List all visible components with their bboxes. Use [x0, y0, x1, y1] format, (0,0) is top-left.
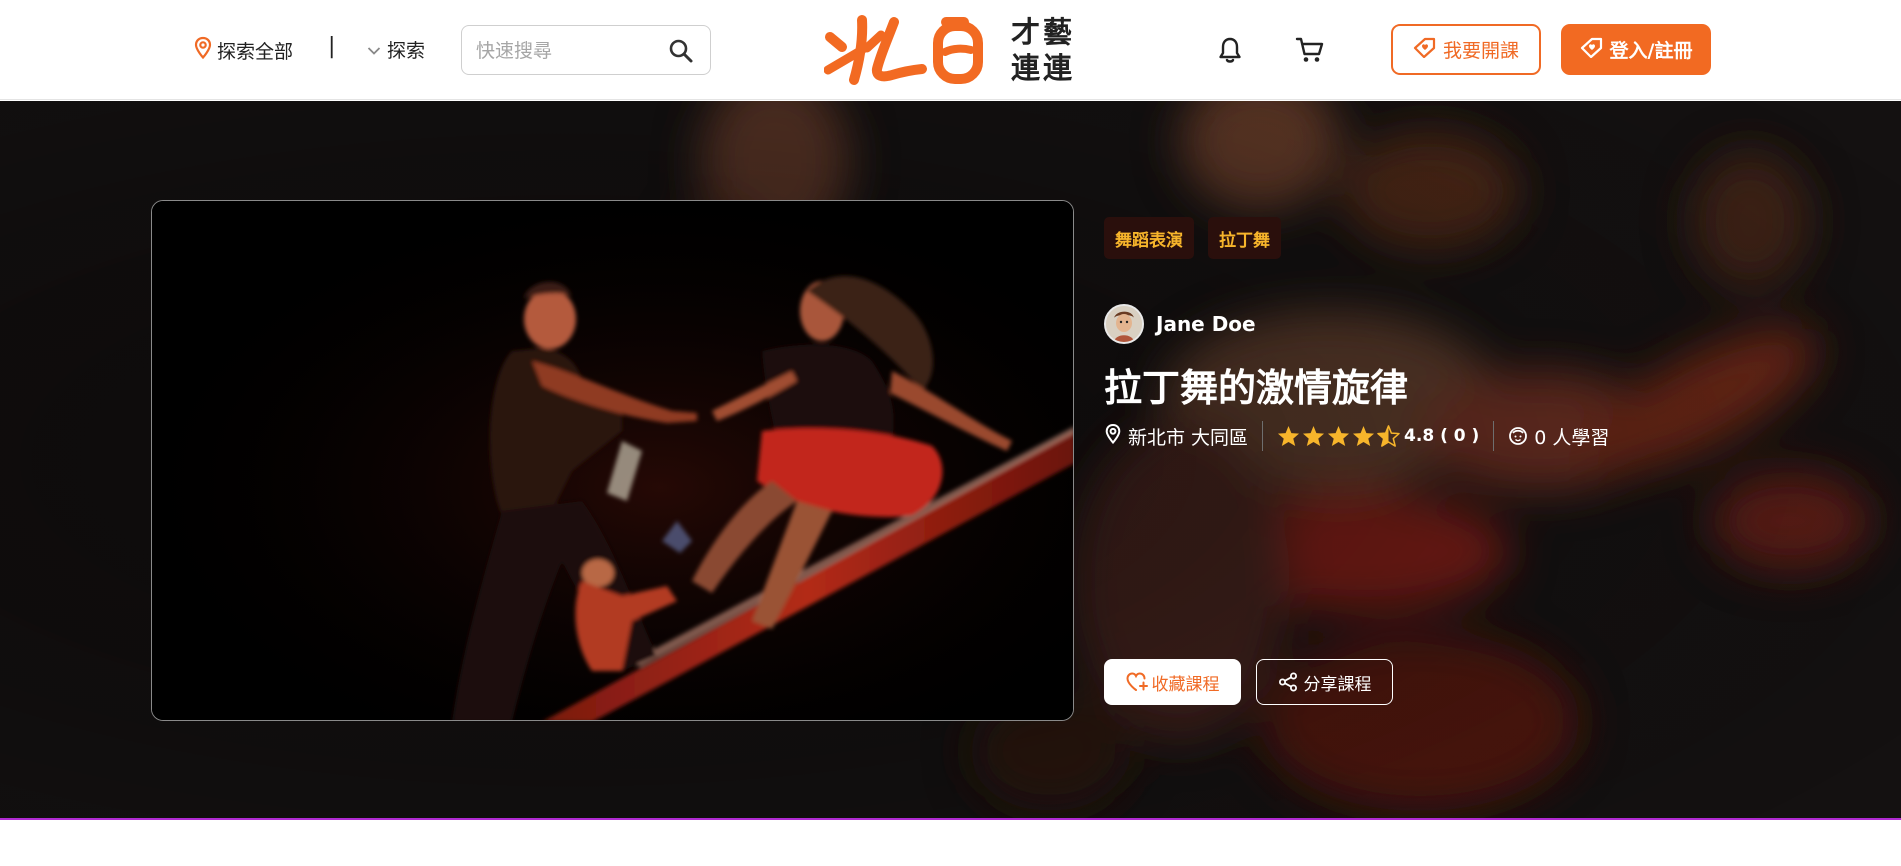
star-icon — [1303, 425, 1325, 447]
explore-dropdown[interactable]: 探索 — [367, 36, 425, 63]
open-course-label: 我要開課 — [1442, 40, 1519, 62]
category-tag[interactable]: 舞蹈表演 — [1104, 217, 1194, 259]
open-course-button[interactable]: 我要開課 — [1391, 24, 1541, 75]
header-divider: | — [328, 34, 336, 59]
course-location: 新北市 大同區 — [1128, 426, 1249, 449]
share-label: 分享課程 — [1303, 674, 1372, 695]
logo-text-line-2: 連連 — [1011, 51, 1076, 85]
chevron-down-icon — [367, 39, 381, 61]
star-icon — [1353, 425, 1375, 447]
avatar — [1104, 304, 1144, 344]
search-input[interactable] — [476, 38, 656, 64]
search-icon[interactable] — [668, 38, 694, 68]
course-meta: 新北市 大同區 4.8 ( 0 ) 0 人學習 — [1104, 421, 1609, 451]
favorite-course-button[interactable]: 收藏課程 — [1104, 659, 1241, 705]
tag-heart-icon — [1413, 36, 1437, 63]
map-pin-icon — [193, 36, 213, 65]
learner-icon — [1508, 426, 1528, 446]
location-selector[interactable]: 探索全部 — [193, 36, 293, 65]
explore-label: 探索 — [387, 40, 426, 62]
meta-divider — [1493, 421, 1495, 451]
star-icon — [1278, 425, 1300, 447]
bell-icon[interactable] — [1217, 36, 1243, 68]
star-rating — [1277, 425, 1400, 447]
logo-text-line-1: 才藝 — [1011, 15, 1076, 49]
course-photo — [151, 200, 1074, 721]
logo-text: 才藝 連連 — [1011, 14, 1075, 86]
subcategory-tag[interactable]: 拉丁舞 — [1208, 217, 1281, 259]
teacher-info[interactable]: Jane Doe — [1104, 304, 1256, 344]
login-button[interactable]: 登入/註冊 — [1561, 24, 1711, 75]
teacher-name: Jane Doe — [1156, 312, 1256, 336]
login-label: 登入/註冊 — [1609, 40, 1693, 62]
favorite-label: 收藏課程 — [1151, 674, 1220, 695]
hero-bottom-border — [0, 818, 1901, 820]
meta-divider — [1262, 421, 1264, 451]
search-box — [461, 25, 711, 75]
location-label: 探索全部 — [217, 41, 294, 63]
tag-heart-icon — [1580, 36, 1604, 63]
learner-count: 0 人學習 — [1534, 426, 1610, 449]
share-icon — [1278, 672, 1298, 692]
site-header: 探索全部 | 探索 才藝 連連 — [0, 0, 1901, 100]
heart-plus-icon — [1125, 672, 1148, 692]
course-hero: 舞蹈表演 拉丁舞 Jane Doe 拉丁舞的激情旋律 新北市 大同區 4.8 (… — [0, 101, 1901, 819]
star-icon — [1328, 425, 1350, 447]
cart-icon[interactable] — [1295, 36, 1325, 68]
map-pin-icon — [1104, 423, 1122, 450]
rating-value: 4.8 ( 0 ) — [1404, 426, 1480, 446]
course-title: 拉丁舞的激情旋律 — [1104, 366, 1409, 410]
star-half-icon — [1377, 425, 1400, 447]
share-course-button[interactable]: 分享課程 — [1256, 659, 1393, 705]
